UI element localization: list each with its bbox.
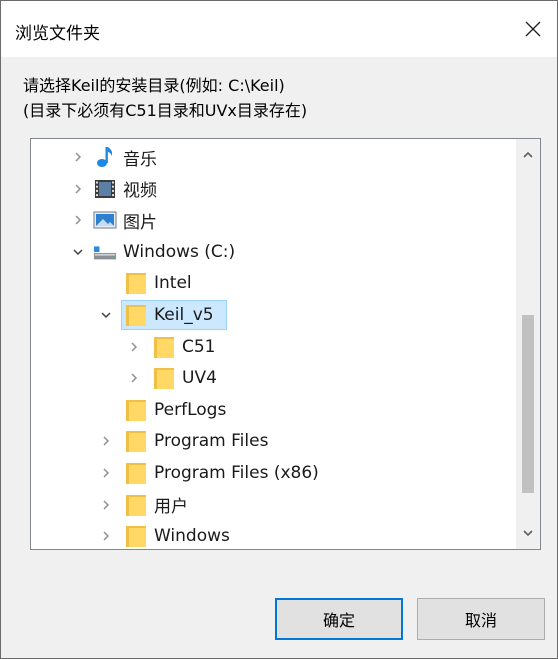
tree-item-content: Intel (124, 268, 192, 298)
folder-icon (152, 335, 176, 359)
chevron-right-icon[interactable] (71, 182, 85, 196)
tree-item[interactable]: Intel (31, 268, 516, 298)
instruction-line-2: (目录下必须有C51目录和UVx目录存在) (23, 101, 308, 120)
folder-icon (152, 366, 176, 390)
chevron-right-icon[interactable] (99, 434, 113, 448)
picture-icon (93, 208, 117, 232)
music-note-icon (93, 145, 117, 169)
tree-item[interactable]: Program Files (31, 426, 516, 456)
scroll-up-button[interactable] (516, 143, 540, 167)
tree-item[interactable]: 图片 (31, 205, 516, 235)
tree-item[interactable]: C51 (31, 332, 516, 362)
chevron-right-icon[interactable] (71, 150, 85, 164)
close-button[interactable] (515, 11, 551, 47)
tree-rows: 音乐视频图片 Windows (C:) Intel Keil_v5 C51 UV4 Perf… (31, 139, 516, 549)
tree-item-label: Keil_v5 (154, 305, 214, 325)
tree-item[interactable]: Program Files (x86) (31, 458, 516, 488)
tree-item[interactable]: PerfLogs (31, 395, 516, 425)
tree-item-label: 视频 (123, 181, 157, 202)
tree-item[interactable]: UV4 (31, 363, 516, 393)
chevron-right-icon[interactable] (99, 466, 113, 480)
folder-icon (124, 493, 148, 517)
close-icon (525, 21, 541, 37)
tree-item-label: UV4 (182, 368, 217, 389)
window-title: 浏览文件夹 (15, 24, 100, 44)
tree-item-label: Windows (C:) (123, 241, 236, 262)
tree-item[interactable]: Windows (C:) (31, 237, 516, 267)
tree-item-content: Windows (124, 521, 230, 549)
tree-item-content: Keil_v5 (124, 300, 214, 330)
folder-tree[interactable]: 音乐视频图片 Windows (C:) Intel Keil_v5 C51 UV4 Perf… (30, 138, 541, 550)
video-icon (93, 177, 117, 201)
tree-item-content: 用户 (124, 490, 188, 520)
tree-item-label: Program Files (154, 431, 269, 452)
chevron-down-icon[interactable] (71, 245, 85, 259)
tree-item-content: PerfLogs (124, 395, 226, 425)
drive-icon (93, 240, 117, 264)
tree-item-label: C51 (182, 336, 216, 357)
folder-icon (124, 303, 148, 327)
tree-item-label: 用户 (154, 497, 188, 518)
instruction-line-1: 请选择Keil的安装目录(例如: C:\Keil) (23, 76, 285, 95)
folder-icon (124, 271, 148, 295)
chevron-down-icon (523, 530, 533, 537)
tree-item-content: UV4 (152, 363, 217, 393)
tree-item-content: 音乐 (93, 142, 157, 172)
tree-item-content: 视频 (93, 174, 157, 204)
chevron-right-icon[interactable] (99, 498, 113, 512)
tree-item-label: 音乐 (123, 149, 157, 170)
chevron-right-icon[interactable] (127, 371, 141, 385)
tree-item[interactable]: Windows (31, 521, 516, 549)
scroll-down-button[interactable] (516, 521, 540, 545)
chevron-down-icon[interactable] (99, 308, 113, 322)
instructions: 请选择Keil的安装目录(例如: C:\Keil) (目录下必须有C51目录和U… (23, 73, 307, 123)
tree-item-content: C51 (152, 332, 216, 362)
title-bar: 浏览文件夹 (1, 1, 557, 57)
chevron-right-icon[interactable] (71, 213, 85, 227)
tree-item-label: Program Files (x86) (154, 463, 319, 483)
folder-icon (124, 524, 148, 548)
tree-item-content: Program Files (x86) (124, 458, 319, 488)
tree-item-content: Windows (C:) (93, 237, 235, 267)
tree-item[interactable]: 视频 (31, 174, 516, 204)
ok-button[interactable]: 确定 (275, 598, 403, 640)
folder-icon (124, 461, 148, 485)
chevron-right-icon[interactable] (99, 529, 113, 543)
cancel-button[interactable]: 取消 (417, 598, 545, 640)
scroll-thumb[interactable] (522, 315, 534, 493)
chevron-right-icon[interactable] (127, 340, 141, 354)
chevron-up-icon (523, 151, 533, 158)
tree-item-label: PerfLogs (154, 399, 227, 420)
tree-item[interactable]: Keil_v5 (31, 300, 516, 330)
browse-folder-dialog: 浏览文件夹 请选择Keil的安装目录(例如: C:\Keil) (目录下必须有C… (0, 0, 558, 659)
tree-item-label: 图片 (123, 212, 157, 233)
tree-item-content: Program Files (124, 426, 268, 456)
vertical-scrollbar[interactable] (516, 139, 540, 549)
tree-item-label: Intel (154, 273, 192, 294)
tree-item[interactable]: 用户 (31, 490, 516, 520)
folder-icon (124, 429, 148, 453)
tree-item[interactable]: 音乐 (31, 142, 516, 172)
folder-icon (124, 398, 148, 422)
tree-item-label: Windows (154, 526, 230, 547)
tree-item-content: 图片 (93, 205, 157, 235)
